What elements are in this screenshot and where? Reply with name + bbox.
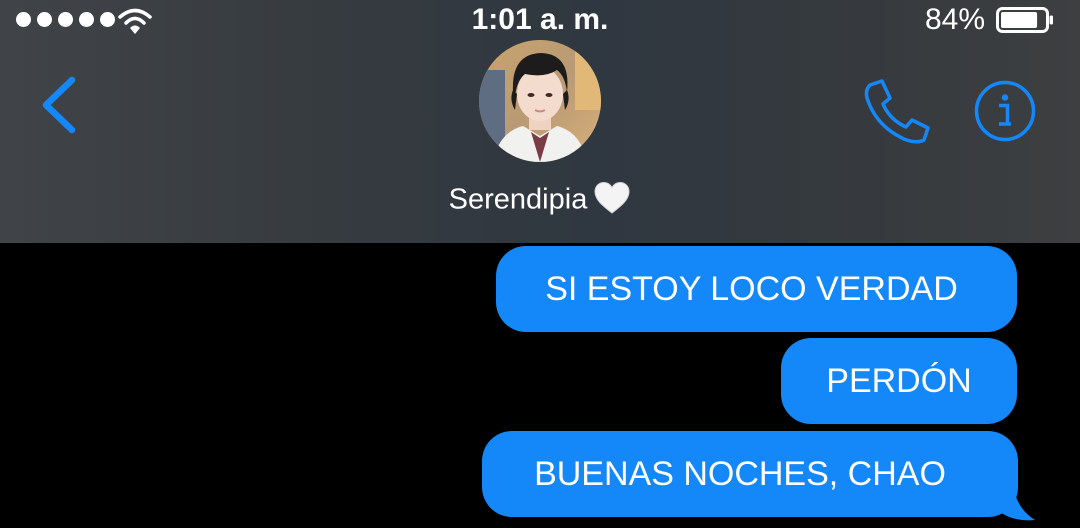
back-button[interactable]: [36, 74, 80, 136]
chevron-left-icon: [42, 76, 76, 134]
avatar-photo: [479, 40, 601, 162]
bubble-tail: [1000, 472, 1035, 521]
message-bubble-outgoing[interactable]: SI ESTOY LOCO VERDAD: [496, 246, 1017, 332]
status-time: 1:01 a. m.: [471, 3, 609, 36]
message-text: SI ESTOY LOCO VERDAD: [545, 269, 958, 308]
contact-name-label: Serendipia: [448, 183, 588, 216]
info-button[interactable]: [972, 80, 1038, 142]
info-icon: [974, 80, 1036, 142]
battery-percent: 84%: [924, 3, 985, 36]
message-bubble-outgoing[interactable]: BUENAS NOCHES, CHAO: [482, 431, 1018, 517]
contact-name[interactable]: Serendipia: [0, 181, 1080, 218]
battery-icon: [996, 7, 1053, 33]
messages-screen: 1:01 a. m. 84% Serendipia SI ESTOY LOCO …: [0, 0, 1080, 528]
status-bar: 1:01 a. m. 84%: [0, 0, 1080, 40]
message-text: BUENAS NOCHES, CHAO: [534, 454, 946, 493]
conversation-header: 1:01 a. m. 84% Serendipia: [0, 0, 1080, 243]
call-button[interactable]: [862, 78, 930, 144]
white-heart-icon: [594, 181, 630, 214]
phone-icon: [864, 79, 930, 144]
contact-avatar[interactable]: [479, 40, 601, 162]
message-text: PERDÓN: [826, 361, 972, 400]
message-bubble-outgoing[interactable]: PERDÓN: [781, 338, 1017, 424]
